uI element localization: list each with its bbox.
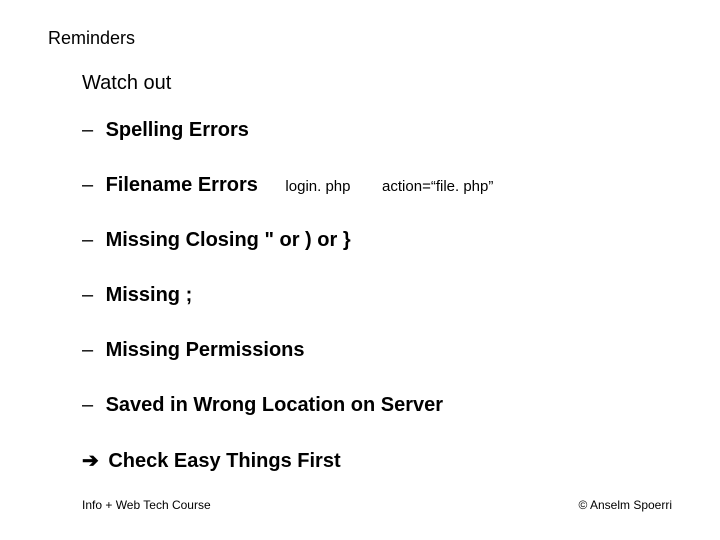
bullet-dash: – <box>82 393 100 418</box>
bullet-label: Missing Permissions <box>106 339 305 361</box>
bullet-item: – Missing ; <box>82 283 672 308</box>
bullet-label: Saved in Wrong Location on Server <box>106 394 443 416</box>
bullet-detail: action=“file. php” <box>382 178 493 195</box>
bullet-list: – Spelling Errors – Filename Errors logi… <box>82 118 672 473</box>
footer-course: Info + Web Tech Course <box>82 498 211 512</box>
slide: Reminders Watch out – Spelling Errors – … <box>0 0 720 540</box>
arrow-right-icon: ➔ <box>82 448 99 473</box>
bullet-dash: – <box>82 118 100 143</box>
bullet-label: Missing ; <box>106 284 193 306</box>
bullet-detail: login. php <box>285 178 350 195</box>
conclusion: ➔ Check Easy Things First <box>82 448 672 473</box>
conclusion-text: Check Easy Things First <box>108 450 340 472</box>
bullet-item: – Filename Errors login. php action=“fil… <box>82 173 672 198</box>
bullet-dash: – <box>82 228 100 253</box>
slide-title: Reminders <box>48 28 135 49</box>
bullet-dash: – <box>82 338 100 363</box>
bullet-label: Missing Closing " or ) or } <box>106 229 351 251</box>
bullet-label: Spelling Errors <box>106 119 249 141</box>
subtitle: Watch out <box>82 72 171 95</box>
bullet-dash: – <box>82 173 100 198</box>
bullet-label: Filename Errors <box>106 174 258 196</box>
bullet-item: – Spelling Errors <box>82 118 672 143</box>
bullet-item: – Missing Permissions <box>82 338 672 363</box>
bullet-dash: – <box>82 283 100 308</box>
bullet-item: – Saved in Wrong Location on Server <box>82 393 672 418</box>
footer-copyright: © Anselm Spoerri <box>578 498 672 512</box>
bullet-item: – Missing Closing " or ) or } <box>82 228 672 253</box>
